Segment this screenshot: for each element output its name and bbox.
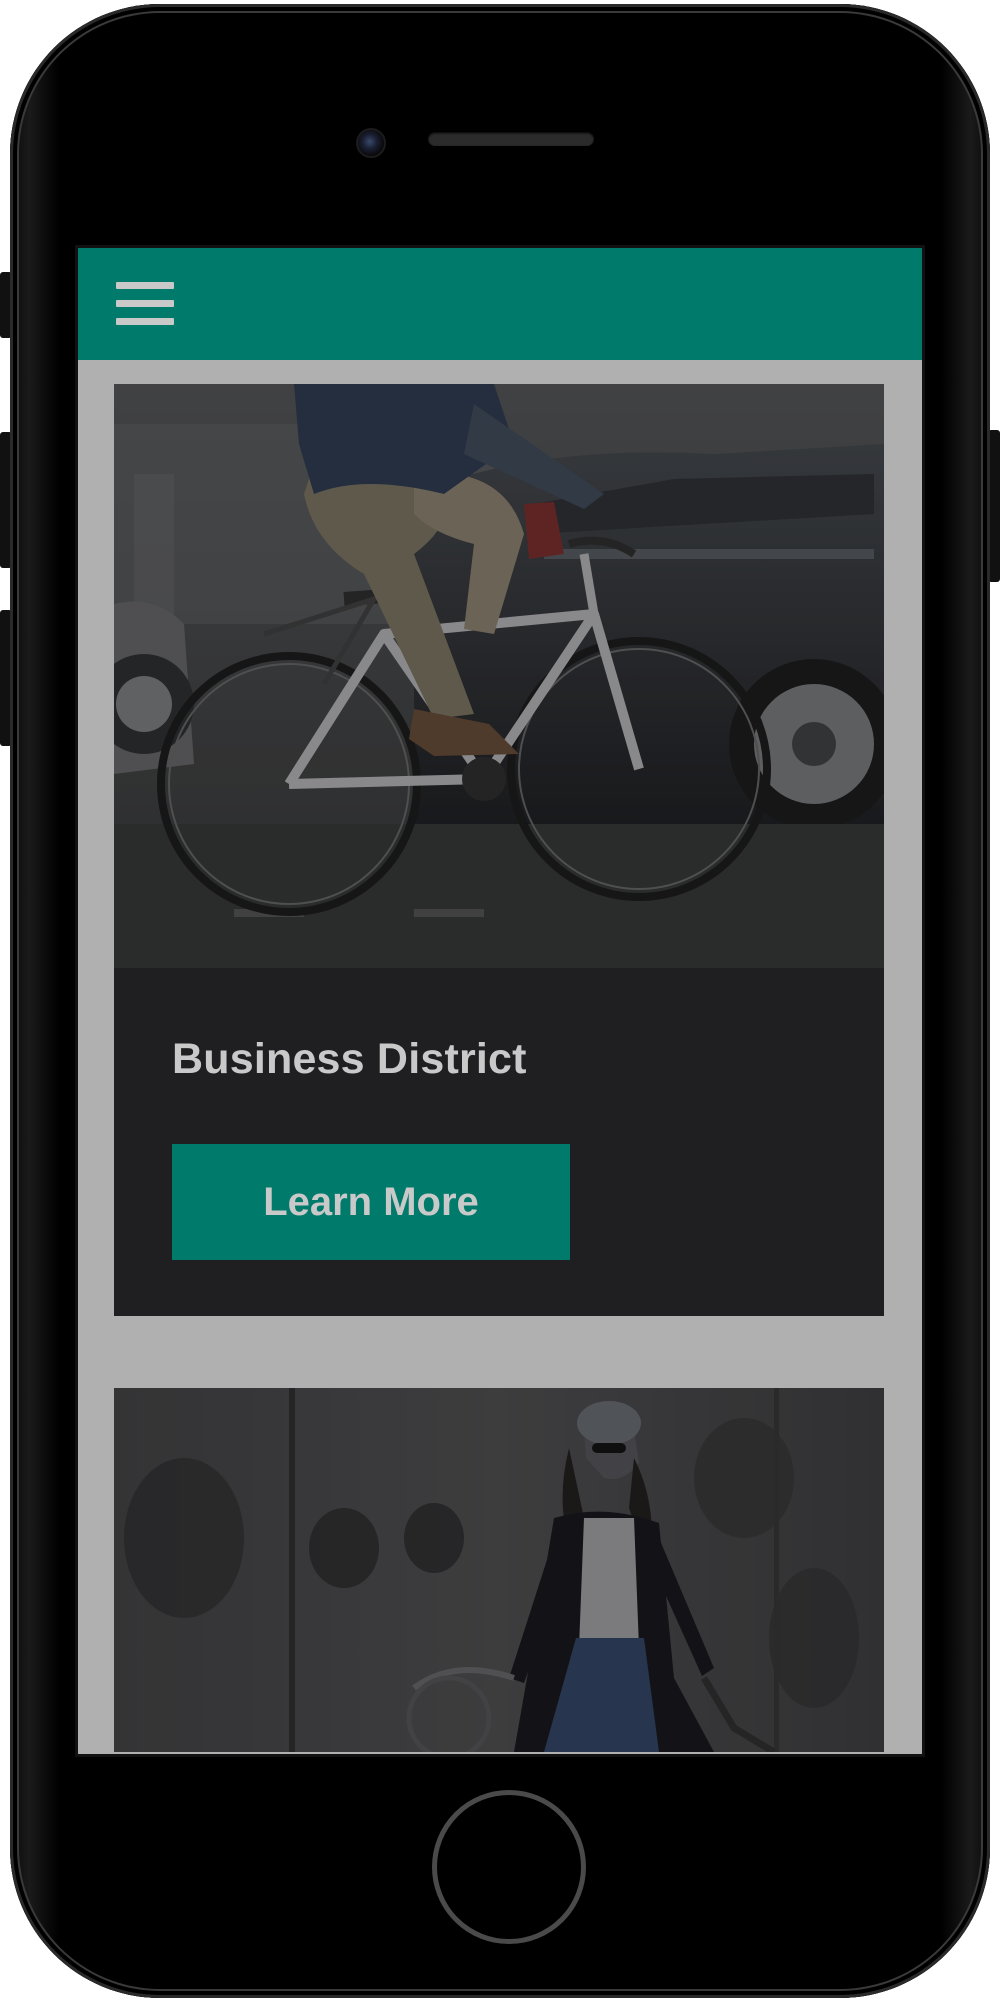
home-button-icon[interactable]	[432, 1790, 586, 1944]
hamburger-menu-icon[interactable]	[116, 282, 174, 328]
earpiece-speaker	[428, 132, 594, 146]
learn-more-button[interactable]: Learn More	[172, 1144, 570, 1260]
device-mockup: Business District Learn More	[0, 0, 1000, 2002]
card-second	[114, 1388, 884, 1752]
card-image-woman-bicycle	[114, 1388, 884, 1752]
card-list: Business District Learn More	[114, 384, 884, 1754]
card-body: Business District	[114, 968, 884, 1316]
front-camera-icon	[356, 128, 386, 158]
card-business-district: Business District Learn More	[114, 384, 884, 1316]
card-title: Business District	[172, 1035, 527, 1083]
app-header	[78, 248, 922, 360]
phone-screen: Business District Learn More	[78, 248, 922, 1754]
card-image-cyclist	[114, 384, 884, 968]
